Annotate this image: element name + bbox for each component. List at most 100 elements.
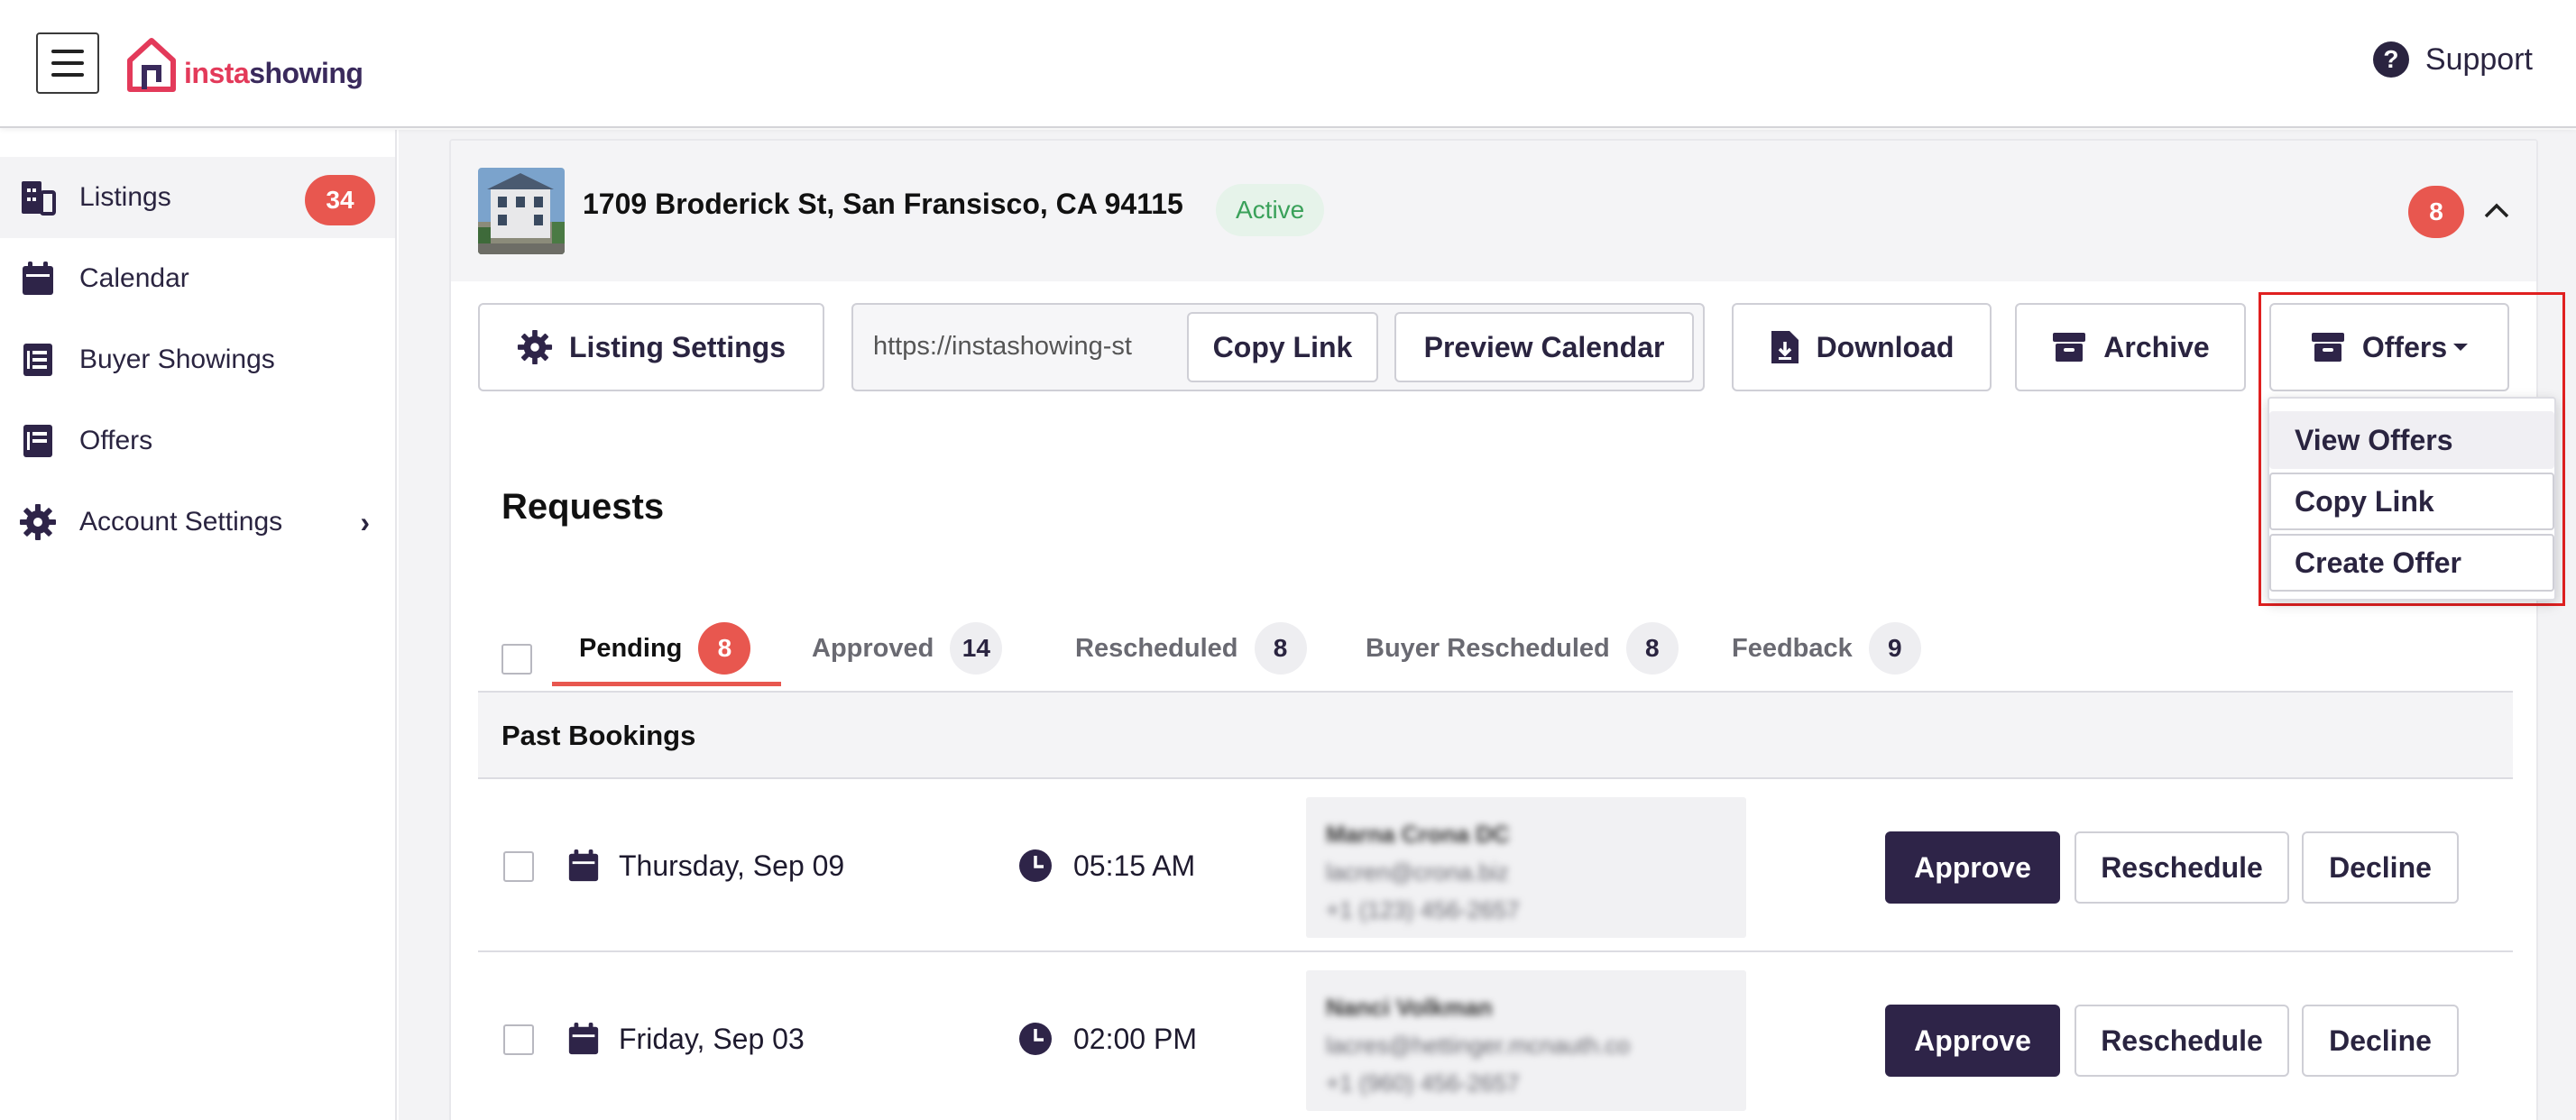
- tab-feedback[interactable]: Feedback 9: [1732, 610, 1921, 687]
- requests-heading: Requests: [501, 487, 665, 527]
- contact-name: Nanci Volkman: [1326, 994, 1493, 1021]
- listing-settings-button[interactable]: Listing Settings: [478, 303, 824, 391]
- contact-phone: +1 (960) 456-2657: [1326, 1070, 1520, 1097]
- booking-time: 02:00 PM: [1073, 1023, 1197, 1055]
- chevron-right-icon: ›: [360, 505, 370, 538]
- support-link[interactable]: ? Support: [2372, 41, 2533, 78]
- download-button[interactable]: Download: [1732, 303, 1992, 391]
- contact-info: Marna Crona DC lacren@crona.biz +1 (123)…: [1306, 797, 1746, 938]
- sidebar: Listings 34 Calendar Buyer Showings Offe…: [0, 130, 397, 1120]
- calendar-icon: [568, 1022, 599, 1055]
- sidebar-item-label: Account Settings: [79, 507, 283, 537]
- tab-rescheduled[interactable]: Rescheduled 8: [1075, 610, 1307, 687]
- menu-item-copy-link[interactable]: Copy Link: [2269, 473, 2554, 530]
- approve-button[interactable]: Approve: [1885, 831, 2060, 904]
- sidebar-item-buyer-showings[interactable]: Buyer Showings: [0, 319, 395, 400]
- section-label: Past Bookings: [501, 720, 696, 751]
- archive-icon: [2053, 333, 2086, 362]
- listing-settings-label: Listing Settings: [569, 330, 786, 363]
- sidebar-item-account-settings[interactable]: Account Settings ›: [0, 482, 395, 563]
- menu-toggle-button[interactable]: [36, 32, 99, 94]
- tab-count: 9: [1868, 622, 1921, 675]
- contact-name: Marna Crona DC: [1326, 821, 1510, 848]
- row-checkbox[interactable]: [503, 851, 534, 882]
- listing-thumbnail: [478, 168, 565, 254]
- booking-date: Thursday, Sep 09: [619, 849, 845, 882]
- booking-date: Friday, Sep 03: [619, 1023, 805, 1055]
- listing-pending-badge: 8: [2408, 186, 2464, 238]
- status-badge: Active: [1216, 184, 1325, 236]
- clock-icon: [1019, 1023, 1052, 1055]
- copy-link-button[interactable]: Copy Link: [1187, 312, 1378, 382]
- listing-header[interactable]: 1709 Broderick St, San Fransisco, CA 941…: [451, 141, 2536, 281]
- tab-count: 8: [698, 622, 751, 675]
- instashowing-logo[interactable]: instashowing: [124, 34, 363, 96]
- tab-count: 14: [950, 622, 1003, 675]
- question-circle-icon: ?: [2372, 41, 2409, 78]
- sidebar-item-label: Listings: [79, 182, 171, 212]
- list-icon: [18, 340, 58, 380]
- sidebar-item-calendar[interactable]: Calendar: [0, 238, 395, 319]
- gear-icon: [18, 502, 58, 542]
- decline-button[interactable]: Decline: [2302, 831, 2459, 904]
- hamburger-line: [51, 61, 84, 65]
- offers-dropdown-menu: View Offers Copy Link Create Offer: [2268, 397, 2556, 601]
- gear-icon: [517, 329, 553, 365]
- contact-email: lacren@crona.biz: [1326, 858, 1509, 886]
- preview-calendar-button[interactable]: Preview Calendar: [1394, 312, 1694, 382]
- support-label: Support: [2424, 41, 2533, 77]
- tab-count: 8: [1625, 622, 1679, 675]
- booking-time: 05:15 AM: [1073, 849, 1196, 882]
- past-bookings-header: Past Bookings: [478, 691, 2513, 779]
- select-all-checkbox[interactable]: [501, 644, 532, 675]
- decline-button[interactable]: Decline: [2302, 1005, 2459, 1077]
- tab-label: Approved: [812, 633, 934, 663]
- listing-url-group: https://instashowing-st Copy Link Previe…: [851, 303, 1705, 391]
- top-bar: instashowing ? Support: [0, 0, 2576, 128]
- sidebar-item-offers[interactable]: Offers: [0, 400, 395, 482]
- booking-row: Friday, Sep 03 02:00 PM Nanci Volkman la…: [478, 954, 2513, 1120]
- document-icon: [18, 421, 58, 461]
- listings-count-badge: 34: [305, 175, 375, 225]
- sidebar-item-listings[interactable]: Listings 34: [0, 157, 395, 238]
- approve-button[interactable]: Approve: [1885, 1005, 2060, 1077]
- listing-card: 1709 Broderick St, San Fransisco, CA 941…: [449, 139, 2538, 1120]
- contact-phone: +1 (123) 456-2657: [1326, 896, 1520, 923]
- archive-button[interactable]: Archive: [2015, 303, 2246, 391]
- download-label: Download: [1816, 330, 1955, 363]
- contact-info: Nanci Volkman lacres@hettinger.mcnauth.c…: [1306, 970, 1746, 1111]
- tab-label: Pending: [579, 633, 683, 663]
- download-icon: [1771, 331, 1799, 363]
- reschedule-button[interactable]: Reschedule: [2075, 1005, 2289, 1077]
- clock-icon: [1019, 849, 1052, 882]
- sidebar-item-label: Offers: [79, 426, 153, 455]
- tab-buyer-rescheduled[interactable]: Buyer Rescheduled 8: [1366, 610, 1679, 687]
- calendar-icon: [568, 849, 599, 882]
- chevron-up-icon[interactable]: [2479, 193, 2515, 229]
- archive-label: Archive: [2103, 330, 2210, 363]
- tab-count: 8: [1254, 622, 1307, 675]
- tab-label: Rescheduled: [1075, 633, 1238, 663]
- hamburger-line: [51, 50, 84, 53]
- listing-address: 1709 Broderick St, San Fransisco, CA 941…: [583, 188, 1183, 220]
- contact-email: lacres@hettinger.mcnauth.co: [1326, 1032, 1631, 1059]
- tab-approved[interactable]: Approved 14: [812, 610, 1003, 687]
- row-checkbox[interactable]: [503, 1024, 534, 1055]
- reschedule-button[interactable]: Reschedule: [2075, 831, 2289, 904]
- hamburger-line: [51, 73, 84, 77]
- listing-url-field[interactable]: https://instashowing-st: [873, 332, 1132, 362]
- tab-label: Buyer Rescheduled: [1366, 633, 1610, 663]
- logo-text: instashowing: [184, 56, 363, 89]
- sidebar-item-label: Buyer Showings: [79, 344, 275, 374]
- request-tabs: Pending 8 Approved 14 Rescheduled 8 Buye…: [451, 610, 2536, 687]
- booking-row: Thursday, Sep 09 05:15 AM Marna Crona DC…: [478, 781, 2513, 952]
- tab-pending[interactable]: Pending 8: [579, 610, 751, 687]
- menu-item-view-offers[interactable]: View Offers: [2269, 411, 2554, 469]
- sidebar-item-label: Calendar: [79, 263, 189, 293]
- house-logo-icon: [127, 38, 176, 92]
- calendar-icon: [18, 259, 58, 298]
- building-icon: [18, 178, 58, 217]
- active-tab-indicator: [552, 682, 781, 686]
- main-content: 1709 Broderick St, San Fransisco, CA 941…: [399, 130, 2576, 1120]
- menu-item-create-offer[interactable]: Create Offer: [2269, 534, 2554, 592]
